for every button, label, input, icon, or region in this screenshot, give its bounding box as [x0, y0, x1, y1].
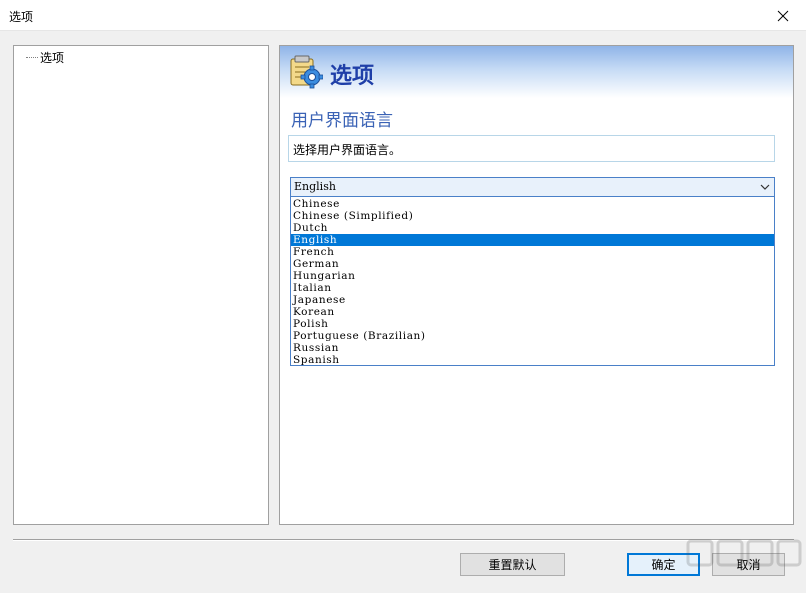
language-option-russian[interactable]: Russian: [291, 342, 774, 354]
language-option-german[interactable]: German: [291, 258, 774, 270]
close-icon: [777, 10, 789, 21]
section-description: 选择用户界面语言。: [288, 135, 775, 162]
chevron-down-icon: [760, 184, 770, 190]
language-option-polish[interactable]: Polish: [291, 318, 774, 330]
tree-connector: [26, 57, 38, 58]
window-title: 选项: [9, 10, 34, 24]
language-select[interactable]: English: [290, 177, 775, 197]
language-dropdown-list[interactable]: Chinese Chinese (Simplified) Dutch Engli…: [290, 196, 775, 366]
language-option-spanish[interactable]: Spanish: [291, 354, 774, 366]
language-option-hungarian[interactable]: Hungarian: [291, 270, 774, 282]
language-option-italian[interactable]: Italian: [291, 282, 774, 294]
header-band: 选项: [280, 46, 793, 98]
language-option-dutch[interactable]: Dutch: [291, 222, 774, 234]
settings-gear-icon: [290, 55, 323, 89]
options-tree[interactable]: 选项: [13, 45, 269, 525]
options-content-panel: 选项 用户界面语言 选择用户界面语言。 English Chinese Chin…: [279, 45, 794, 525]
language-select-value: English: [294, 180, 336, 193]
language-option-korean[interactable]: Korean: [291, 306, 774, 318]
language-option-chinese-simplified[interactable]: Chinese (Simplified): [291, 210, 774, 222]
language-option-french[interactable]: French: [291, 246, 774, 258]
footer-separator: [13, 539, 794, 541]
header-title: 选项: [330, 64, 375, 89]
section-title: 用户界面语言: [291, 111, 393, 131]
tree-item-options[interactable]: 选项: [26, 49, 64, 66]
language-option-portuguese-brazilian[interactable]: Portuguese (Brazilian): [291, 330, 774, 342]
watermark-logo: [686, 539, 802, 567]
close-button[interactable]: [760, 0, 806, 31]
language-option-chinese[interactable]: Chinese: [291, 198, 774, 210]
tree-item-label: 选项: [40, 51, 65, 65]
title-bar: 选项: [0, 0, 806, 31]
language-option-japanese[interactable]: Japanese: [291, 294, 774, 306]
reset-defaults-button[interactable]: 重置默认: [460, 553, 565, 576]
language-option-english[interactable]: English: [291, 234, 774, 246]
